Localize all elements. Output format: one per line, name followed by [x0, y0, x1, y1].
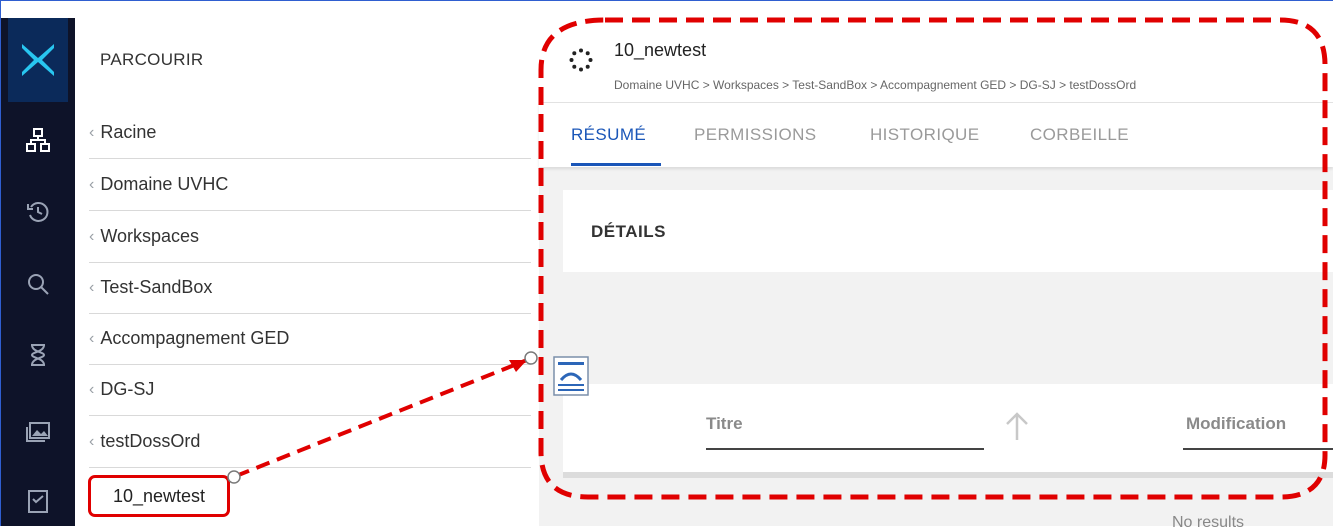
loading-spinner-icon: [569, 48, 593, 72]
browse-panel: PARCOURIR ‹ Racine ‹ Domaine UVHC ‹ Work…: [75, 18, 540, 526]
tab-bar: RÉSUMÉ PERMISSIONS HISTORIQUE CORBEILLE: [539, 103, 1333, 167]
chevron-left-icon: ‹: [89, 175, 95, 193]
browse-title: PARCOURIR: [100, 50, 204, 69]
chevron-left-icon: ‹: [89, 123, 95, 141]
tree-item-label: Test-SandBox: [100, 277, 213, 297]
tree-item-label: Accompagnement GED: [100, 328, 290, 348]
sort-arrow-up-icon[interactable]: [1003, 408, 1031, 444]
tree-item-label: Domaine UVHC: [100, 174, 229, 194]
tree-item-accompagnement-ged[interactable]: ‹ Accompagnement GED: [89, 313, 531, 365]
tree-item-workspaces[interactable]: ‹ Workspaces: [89, 211, 531, 263]
chevron-left-icon: ‹: [89, 227, 95, 245]
chevron-left-icon: ‹: [89, 432, 95, 450]
column-filter-underline: [706, 448, 984, 450]
results-table-header: Titre Modification: [563, 384, 1333, 478]
media-icon[interactable]: [21, 413, 55, 447]
column-filter-underline: [1183, 448, 1333, 450]
left-rail: [1, 18, 75, 526]
tree-item-dg-sj[interactable]: ‹ DG-SJ: [89, 364, 531, 416]
tree-item-current[interactable]: 10_newtest: [88, 475, 230, 517]
window-top-border: [0, 0, 1333, 1]
app-logo[interactable]: [8, 18, 68, 102]
tasks-icon[interactable]: [21, 484, 55, 518]
chevron-left-icon: ‹: [89, 380, 95, 398]
history-icon[interactable]: [21, 195, 55, 229]
chevron-left-icon: ‹: [89, 278, 95, 296]
tab-historique[interactable]: HISTORIQUE: [870, 125, 979, 145]
no-results-text: No results: [1172, 514, 1245, 531]
document-header: 10_newtest Domaine UVHC > Workspaces > T…: [539, 18, 1333, 103]
tree-item-test-sandbox[interactable]: ‹ Test-SandBox: [89, 262, 531, 314]
column-header-modification[interactable]: Modification: [1186, 414, 1286, 434]
layout-widget-icon[interactable]: [553, 356, 589, 396]
tree-item-domaine-uvhc[interactable]: ‹ Domaine UVHC: [89, 159, 531, 211]
tree-item-label: Racine: [100, 122, 157, 142]
x-logo-icon: [22, 44, 54, 76]
document-title: 10_newtest: [614, 40, 707, 60]
tree-item-testdossord[interactable]: ‹ testDossOrd: [89, 416, 531, 468]
tab-resume[interactable]: RÉSUMÉ: [571, 125, 646, 145]
main-panel: 10_newtest Domaine UVHC > Workspaces > T…: [539, 18, 1333, 531]
search-icon[interactable]: [21, 267, 55, 301]
active-tab-indicator: [571, 163, 661, 166]
details-title: DÉTAILS: [591, 222, 666, 241]
details-card: DÉTAILS: [563, 190, 1333, 272]
browse-tree-icon[interactable]: [21, 123, 55, 157]
tree-item-label: Workspaces: [100, 226, 200, 246]
tree-item-label: DG-SJ: [100, 379, 155, 399]
tree-item-racine[interactable]: ‹ Racine: [89, 107, 531, 159]
tab-permissions[interactable]: PERMISSIONS: [694, 125, 816, 145]
tab-corbeille[interactable]: CORBEILLE: [1030, 125, 1129, 145]
tree-item-label: testDossOrd: [100, 431, 201, 451]
chevron-left-icon: ‹: [89, 329, 95, 347]
column-header-titre[interactable]: Titre: [706, 414, 743, 434]
breadcrumb: Domaine UVHC > Workspaces > Test-SandBox…: [614, 78, 1137, 92]
hourglass-icon[interactable]: [21, 338, 55, 372]
